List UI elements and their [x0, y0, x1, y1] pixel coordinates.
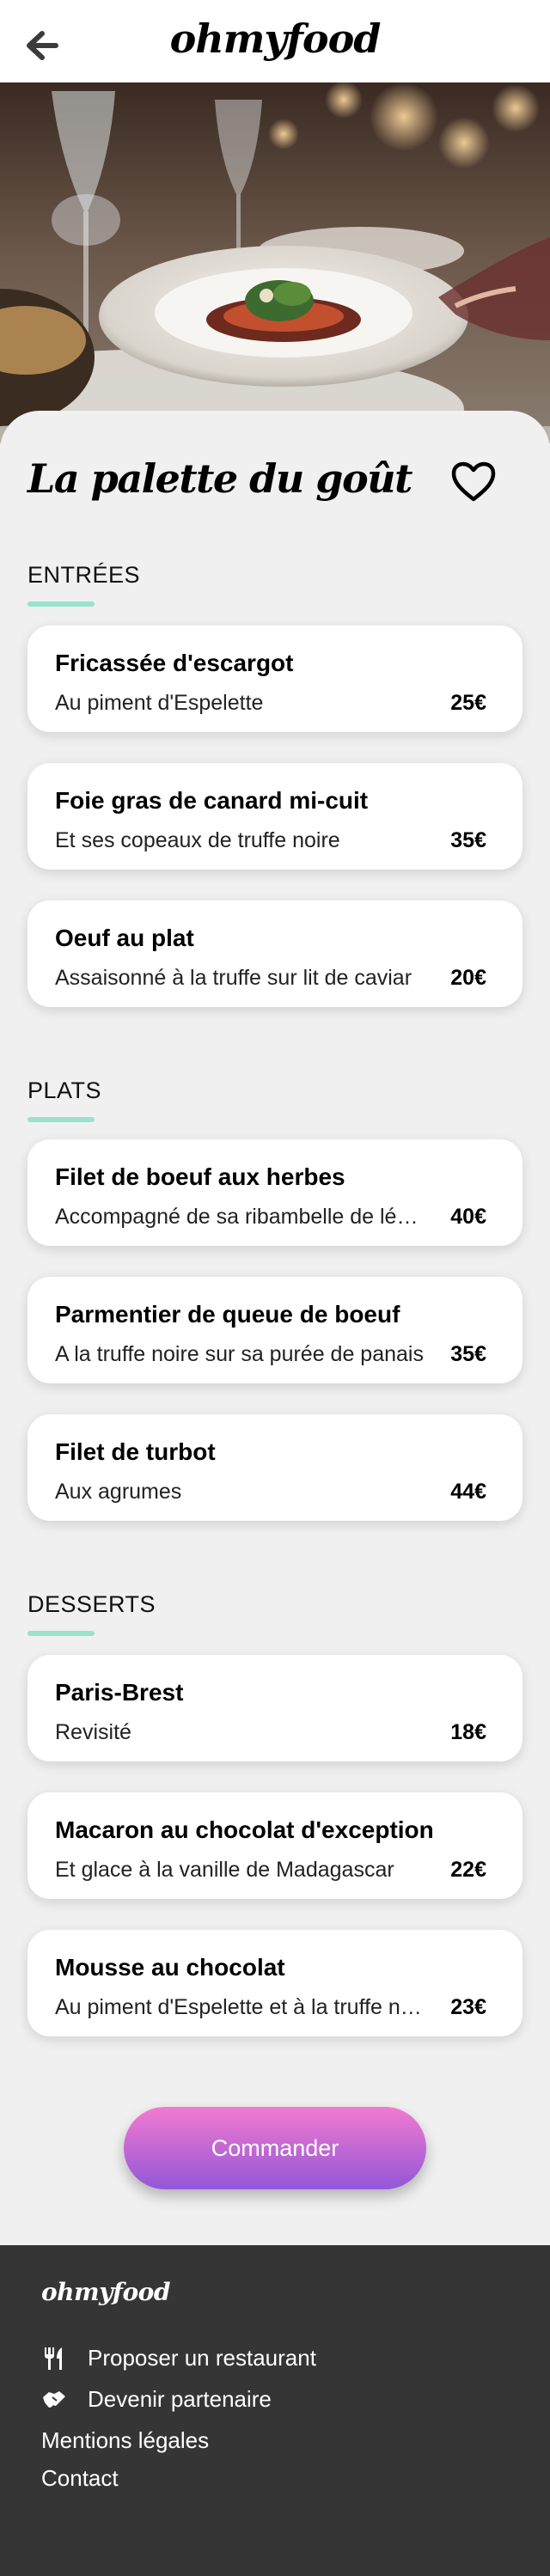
top-header: ohmyfood	[0, 0, 550, 82]
dish-name: Oeuf au plat	[55, 925, 194, 951]
dish-card[interactable]: Mousse au chocolat Au piment d'Espelette…	[28, 1930, 522, 2036]
order-button[interactable]: Commander	[124, 2107, 426, 2189]
dish-price: 18€	[450, 1720, 486, 1744]
footer-link-label: Proposer un restaurant	[88, 2345, 316, 2371]
dish-name: Filet de turbot	[55, 1438, 216, 1465]
dish-card[interactable]: Macaron au chocolat d'exception Et glace…	[28, 1792, 522, 1899]
restaurant-hero-image	[0, 82, 550, 443]
dish-price: 35€	[450, 828, 486, 852]
dish-name: Filet de boeuf aux herbes	[55, 1163, 345, 1190]
dish-description: A la truffe noire sur sa purée de panais	[55, 1342, 424, 1366]
footer-link-partner[interactable]: Devenir partenaire	[41, 2386, 272, 2413]
dish-price: 23€	[450, 1995, 486, 2019]
dish-price: 44€	[450, 1480, 486, 1504]
menu-panel: La palette du goût ENTRÉES Fricassée d'e…	[0, 411, 550, 2245]
dish-card[interactable]: Paris-Brest Revisité 18€	[28, 1655, 522, 1761]
utensils-icon	[41, 2346, 67, 2372]
dish-card[interactable]: Oeuf au plat Assaisonné à la truffe sur …	[28, 900, 522, 1007]
section-title: ENTRÉES	[28, 562, 141, 588]
footer-link-propose-restaurant[interactable]: Proposer un restaurant	[41, 2345, 316, 2372]
section-underline	[28, 1631, 95, 1636]
dish-description: Accompagné de sa ribambelle de légumes	[55, 1205, 425, 1229]
dish-description: Et ses copeaux de truffe noire	[55, 828, 340, 852]
section-underline	[28, 1117, 95, 1122]
footer-logo[interactable]: ohmyfood	[41, 2278, 170, 2306]
dish-description: Au piment d'Espelette et à la truffe noi…	[55, 1995, 425, 2019]
footer-link-contact[interactable]: Contact	[41, 2465, 119, 2492]
section-title: DESSERTS	[28, 1591, 156, 1617]
dish-name: Foie gras de canard mi-cuit	[55, 787, 369, 814]
dish-name: Mousse au chocolat	[55, 1954, 285, 1981]
dish-price: 20€	[450, 966, 486, 990]
favorite-button[interactable]	[450, 461, 497, 504]
footer-link-legal[interactable]: Mentions légales	[41, 2427, 209, 2454]
dish-name: Macaron au chocolat d'exception	[55, 1816, 434, 1843]
restaurant-page: ohmyfood La palette du goût ENTRÉES Fric…	[0, 0, 550, 2576]
dish-description: Aux agrumes	[55, 1480, 182, 1504]
dish-price: 35€	[450, 1342, 486, 1366]
site-footer: ohmyfood Proposer un restaurant Devenir …	[0, 2245, 550, 2576]
section-underline	[28, 601, 95, 607]
dish-name: Paris-Brest	[55, 1679, 184, 1706]
restaurant-name: La palette du goût	[28, 455, 412, 502]
dish-description: Et glace à la vanille de Madagascar	[55, 1858, 394, 1882]
dish-name: Fricassée d'escargot	[55, 650, 294, 676]
dish-card[interactable]: Filet de boeuf aux herbes Accompagné de …	[28, 1139, 522, 1246]
dish-name: Parmentier de queue de boeuf	[55, 1301, 400, 1328]
dish-description: Au piment d'Espelette	[55, 691, 264, 715]
footer-link-label: Devenir partenaire	[88, 2386, 272, 2412]
dish-description: Assaisonné à la truffe sur lit de caviar	[55, 966, 412, 990]
dish-price: 22€	[450, 1858, 486, 1882]
section-title: PLATS	[28, 1077, 102, 1103]
dish-description: Revisité	[55, 1720, 131, 1744]
dish-card[interactable]: Fricassée d'escargot Au piment d'Espelet…	[28, 626, 522, 732]
heart-outline-icon	[451, 461, 496, 502]
dish-card[interactable]: Foie gras de canard mi-cuit Et ses copea…	[28, 763, 522, 870]
dish-card[interactable]: Filet de turbot Aux agrumes 44€	[28, 1414, 522, 1521]
dish-card[interactable]: Parmentier de queue de boeuf A la truffe…	[28, 1277, 522, 1383]
dish-price: 25€	[450, 691, 486, 715]
handshake-icon	[41, 2387, 67, 2413]
dish-price: 40€	[450, 1205, 486, 1229]
app-logo[interactable]: ohmyfood	[0, 15, 550, 62]
